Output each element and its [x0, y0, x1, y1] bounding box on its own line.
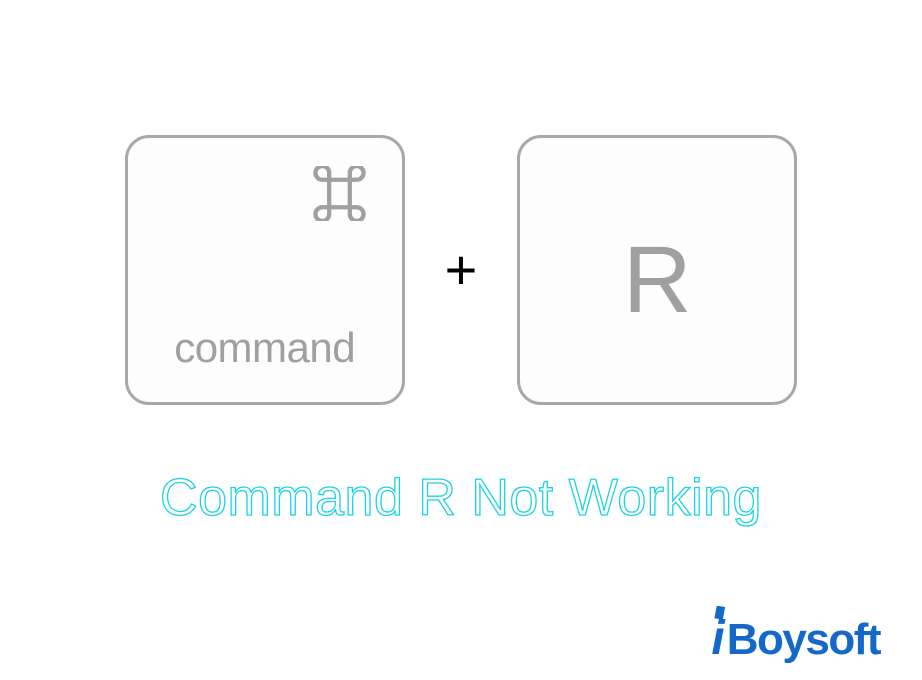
headline-text: Command R Not Working: [0, 468, 922, 528]
key-row: command + R: [0, 135, 922, 405]
plus-symbol: +: [445, 242, 478, 298]
brand-logo: i Boysoft: [711, 620, 880, 658]
image-canvas: command + R Command R Not Working i Boys…: [0, 0, 922, 680]
r-key: R: [517, 135, 797, 405]
command-key: command: [125, 135, 405, 405]
command-icon: [312, 166, 367, 221]
command-key-label: command: [174, 324, 355, 372]
brand-logo-text: Boysoft: [727, 621, 880, 658]
brand-logo-i: i: [711, 620, 724, 658]
r-key-label: R: [623, 226, 692, 335]
